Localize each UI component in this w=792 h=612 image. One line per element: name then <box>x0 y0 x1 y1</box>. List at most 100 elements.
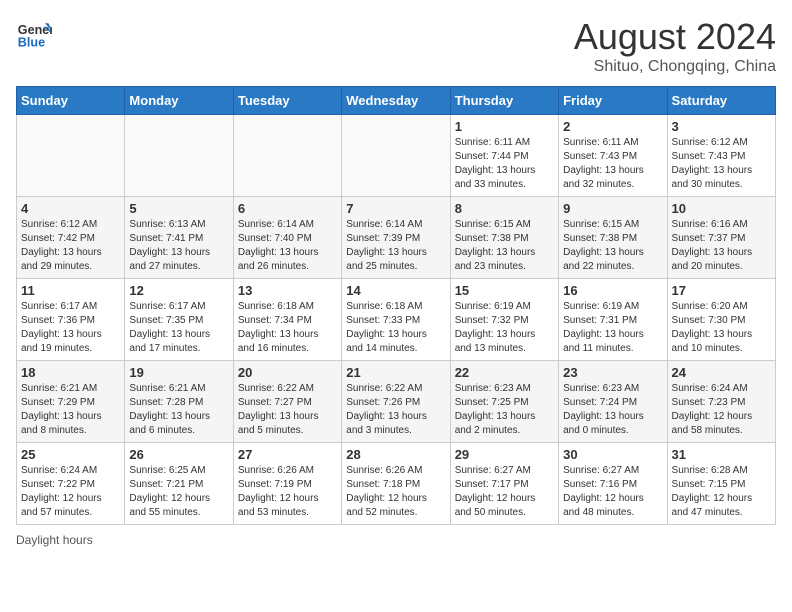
calendar-week-row: 1 Sunrise: 6:11 AM Sunset: 7:44 PM Daylig… <box>17 115 776 197</box>
calendar-cell: 6 Sunrise: 6:14 AM Sunset: 7:40 PM Daylig… <box>233 197 341 279</box>
day-info: Sunrise: 6:12 AM Sunset: 7:43 PM Dayligh… <box>672 136 771 192</box>
calendar-cell: 18Sunrise: 6:21 AM Sunset: 7:29 PM Dayli… <box>17 361 125 443</box>
calendar-cell: 15Sunrise: 6:19 AM Sunset: 7:32 PM Dayli… <box>450 279 558 361</box>
day-of-week-header: Friday <box>559 87 667 115</box>
day-number: 30 <box>563 447 662 462</box>
day-info: Sunrise: 6:26 AM Sunset: 7:19 PM Dayligh… <box>238 464 337 520</box>
day-info: Sunrise: 6:11 AM Sunset: 7:44 PM Dayligh… <box>455 136 554 192</box>
footer-note: Daylight hours <box>16 533 776 547</box>
calendar-cell: 20Sunrise: 6:22 AM Sunset: 7:27 PM Dayli… <box>233 361 341 443</box>
day-number: 31 <box>672 447 771 462</box>
calendar-cell: 11 Sunrise: 6:17 AM Sunset: 7:36 PM Dayli… <box>17 279 125 361</box>
calendar-cell: 26 Sunrise: 6:25 AM Sunset: 7:21 PM Dayli… <box>125 443 233 525</box>
day-number: 2 <box>563 119 662 134</box>
day-number: 5 <box>129 201 228 216</box>
calendar-cell: 9 Sunrise: 6:15 AM Sunset: 7:38 PM Daylig… <box>559 197 667 279</box>
day-info: Sunrise: 6:14 AM Sunset: 7:39 PM Dayligh… <box>346 218 445 274</box>
title-block: August 2024 Shituo, Chongqing, China <box>574 16 776 76</box>
calendar-table: SundayMondayTuesdayWednesdayThursdayFrid… <box>16 86 776 525</box>
day-number: 29 <box>455 447 554 462</box>
calendar-cell: 3 Sunrise: 6:12 AM Sunset: 7:43 PM Daylig… <box>667 115 775 197</box>
calendar-week-row: 25Sunrise: 6:24 AM Sunset: 7:22 PM Dayli… <box>17 443 776 525</box>
calendar-cell: 23 Sunrise: 6:23 AM Sunset: 7:24 PM Dayli… <box>559 361 667 443</box>
day-number: 7 <box>346 201 445 216</box>
day-info: Sunrise: 6:28 AM Sunset: 7:15 PM Dayligh… <box>672 464 771 520</box>
calendar-week-row: 4 Sunrise: 6:12 AM Sunset: 7:42 PM Daylig… <box>17 197 776 279</box>
day-info: Sunrise: 6:24 AM Sunset: 7:22 PM Dayligh… <box>21 464 120 520</box>
day-info: Sunrise: 6:20 AM Sunset: 7:30 PM Dayligh… <box>672 300 771 356</box>
day-info: Sunrise: 6:11 AM Sunset: 7:43 PM Dayligh… <box>563 136 662 192</box>
page-header: General Blue August 2024 Shituo, Chongqi… <box>16 16 776 76</box>
day-info: Sunrise: 6:22 AM Sunset: 7:27 PM Dayligh… <box>238 382 337 438</box>
day-number: 27 <box>238 447 337 462</box>
day-number: 3 <box>672 119 771 134</box>
day-of-week-header: Sunday <box>17 87 125 115</box>
day-number: 23 <box>563 365 662 380</box>
day-info: Sunrise: 6:25 AM Sunset: 7:21 PM Dayligh… <box>129 464 228 520</box>
day-of-week-header: Saturday <box>667 87 775 115</box>
day-info: Sunrise: 6:19 AM Sunset: 7:31 PM Dayligh… <box>563 300 662 356</box>
calendar-cell: 30Sunrise: 6:27 AM Sunset: 7:16 PM Dayli… <box>559 443 667 525</box>
day-info: Sunrise: 6:27 AM Sunset: 7:17 PM Dayligh… <box>455 464 554 520</box>
calendar-cell: 21Sunrise: 6:22 AM Sunset: 7:26 PM Dayli… <box>342 361 450 443</box>
calendar-cell: 28Sunrise: 6:26 AM Sunset: 7:18 PM Dayli… <box>342 443 450 525</box>
calendar-cell <box>233 115 341 197</box>
calendar-cell: 10Sunrise: 6:16 AM Sunset: 7:37 PM Dayli… <box>667 197 775 279</box>
calendar-cell: 13 Sunrise: 6:18 AM Sunset: 7:34 PM Dayli… <box>233 279 341 361</box>
calendar-cell <box>125 115 233 197</box>
day-number: 17 <box>672 283 771 298</box>
calendar-cell: 29 Sunrise: 6:27 AM Sunset: 7:17 PM Dayli… <box>450 443 558 525</box>
day-number: 21 <box>346 365 445 380</box>
day-of-week-header: Wednesday <box>342 87 450 115</box>
calendar-cell: 2 Sunrise: 6:11 AM Sunset: 7:43 PM Daylig… <box>559 115 667 197</box>
calendar-cell: 24 Sunrise: 6:24 AM Sunset: 7:23 PM Dayli… <box>667 361 775 443</box>
calendar-week-row: 11 Sunrise: 6:17 AM Sunset: 7:36 PM Dayli… <box>17 279 776 361</box>
day-info: Sunrise: 6:12 AM Sunset: 7:42 PM Dayligh… <box>21 218 120 274</box>
day-number: 11 <box>21 283 120 298</box>
day-number: 13 <box>238 283 337 298</box>
calendar-cell: 7 Sunrise: 6:14 AM Sunset: 7:39 PM Daylig… <box>342 197 450 279</box>
day-number: 15 <box>455 283 554 298</box>
main-title: August 2024 <box>574 16 776 58</box>
day-number: 8 <box>455 201 554 216</box>
calendar-header-row: SundayMondayTuesdayWednesdayThursdayFrid… <box>17 87 776 115</box>
logo: General Blue <box>16 16 52 52</box>
day-info: Sunrise: 6:15 AM Sunset: 7:38 PM Dayligh… <box>563 218 662 274</box>
day-info: Sunrise: 6:21 AM Sunset: 7:28 PM Dayligh… <box>129 382 228 438</box>
day-number: 16 <box>563 283 662 298</box>
calendar-cell: 14Sunrise: 6:18 AM Sunset: 7:33 PM Dayli… <box>342 279 450 361</box>
calendar-cell: 16 Sunrise: 6:19 AM Sunset: 7:31 PM Dayli… <box>559 279 667 361</box>
calendar-cell: 27 Sunrise: 6:26 AM Sunset: 7:19 PM Dayli… <box>233 443 341 525</box>
calendar-cell: 1 Sunrise: 6:11 AM Sunset: 7:44 PM Daylig… <box>450 115 558 197</box>
day-info: Sunrise: 6:13 AM Sunset: 7:41 PM Dayligh… <box>129 218 228 274</box>
calendar-cell: 17 Sunrise: 6:20 AM Sunset: 7:30 PM Dayli… <box>667 279 775 361</box>
day-number: 1 <box>455 119 554 134</box>
calendar-cell: 5 Sunrise: 6:13 AM Sunset: 7:41 PM Daylig… <box>125 197 233 279</box>
calendar-cell: 4 Sunrise: 6:12 AM Sunset: 7:42 PM Daylig… <box>17 197 125 279</box>
subtitle: Shituo, Chongqing, China <box>574 58 776 76</box>
day-info: Sunrise: 6:14 AM Sunset: 7:40 PM Dayligh… <box>238 218 337 274</box>
calendar-week-row: 18Sunrise: 6:21 AM Sunset: 7:29 PM Dayli… <box>17 361 776 443</box>
day-number: 4 <box>21 201 120 216</box>
calendar-cell: 31 Sunrise: 6:28 AM Sunset: 7:15 PM Dayli… <box>667 443 775 525</box>
day-info: Sunrise: 6:17 AM Sunset: 7:36 PM Dayligh… <box>21 300 120 356</box>
calendar-cell: 8Sunrise: 6:15 AM Sunset: 7:38 PM Daylig… <box>450 197 558 279</box>
day-number: 6 <box>238 201 337 216</box>
calendar-cell: 12Sunrise: 6:17 AM Sunset: 7:35 PM Dayli… <box>125 279 233 361</box>
day-number: 10 <box>672 201 771 216</box>
day-number: 9 <box>563 201 662 216</box>
day-of-week-header: Monday <box>125 87 233 115</box>
calendar-cell: 25Sunrise: 6:24 AM Sunset: 7:22 PM Dayli… <box>17 443 125 525</box>
day-number: 28 <box>346 447 445 462</box>
day-info: Sunrise: 6:18 AM Sunset: 7:34 PM Dayligh… <box>238 300 337 356</box>
day-number: 19 <box>129 365 228 380</box>
day-info: Sunrise: 6:17 AM Sunset: 7:35 PM Dayligh… <box>129 300 228 356</box>
day-info: Sunrise: 6:24 AM Sunset: 7:23 PM Dayligh… <box>672 382 771 438</box>
day-number: 24 <box>672 365 771 380</box>
calendar-cell: 19 Sunrise: 6:21 AM Sunset: 7:28 PM Dayli… <box>125 361 233 443</box>
day-of-week-header: Tuesday <box>233 87 341 115</box>
day-number: 26 <box>129 447 228 462</box>
logo-icon: General Blue <box>16 16 52 52</box>
calendar-cell: 22Sunrise: 6:23 AM Sunset: 7:25 PM Dayli… <box>450 361 558 443</box>
day-info: Sunrise: 6:23 AM Sunset: 7:24 PM Dayligh… <box>563 382 662 438</box>
